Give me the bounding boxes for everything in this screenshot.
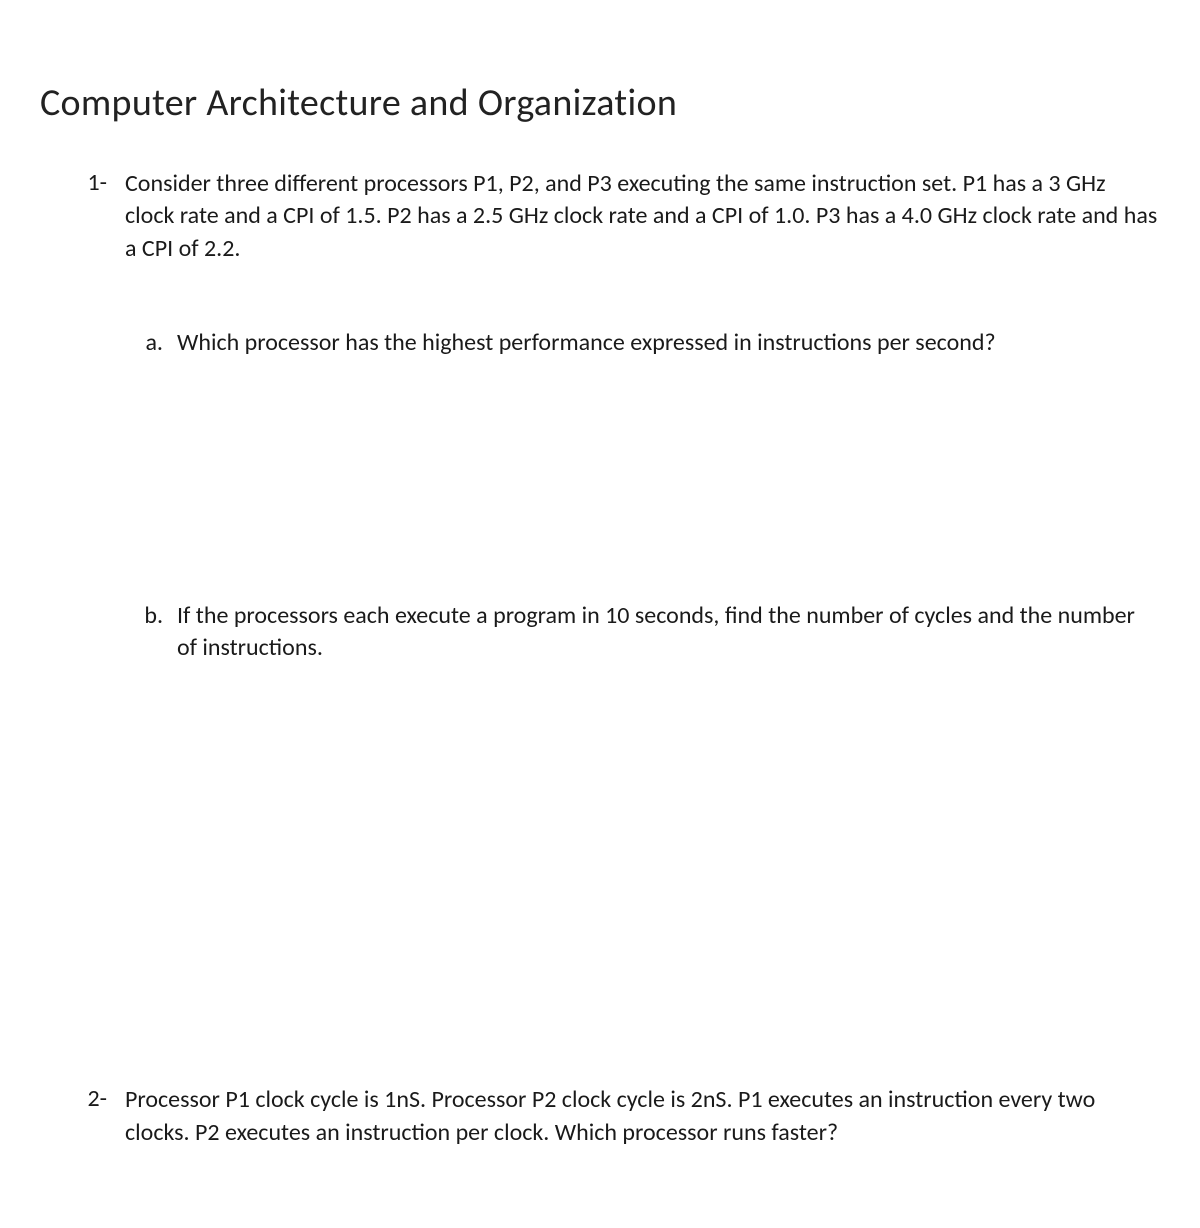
subpart-text: If the processors each execute a program… [177, 600, 1160, 665]
question-1: 1- Consider three different processors P… [80, 168, 1160, 684]
question-number: 1- [80, 168, 125, 684]
answer-space [135, 380, 1160, 600]
subpart-text: Which processor has the highest performa… [177, 327, 1160, 359]
question-text: Processor P1 clock cycle is 1nS. Process… [125, 1085, 1095, 1146]
question-list: 1- Consider three different processors P… [40, 168, 1160, 1149]
question-text: Consider three different processors P1, … [125, 169, 1157, 263]
question-2: 2- Processor P1 clock cycle is 1nS. Proc… [80, 1084, 1160, 1149]
answer-space [80, 704, 1160, 1084]
subpart-a: a. Which processor has the highest perfo… [135, 327, 1160, 359]
page-title: Computer Architecture and Organization [40, 80, 1160, 126]
subpart-letter: a. [135, 327, 177, 359]
subpart-list: a. Which processor has the highest perfo… [125, 327, 1160, 664]
subpart-letter: b. [135, 600, 177, 665]
subpart-b: b. If the processors each execute a prog… [135, 600, 1160, 665]
question-body: Consider three different processors P1, … [125, 168, 1160, 684]
question-body: Processor P1 clock cycle is 1nS. Process… [125, 1084, 1160, 1149]
question-number: 2- [80, 1084, 125, 1149]
